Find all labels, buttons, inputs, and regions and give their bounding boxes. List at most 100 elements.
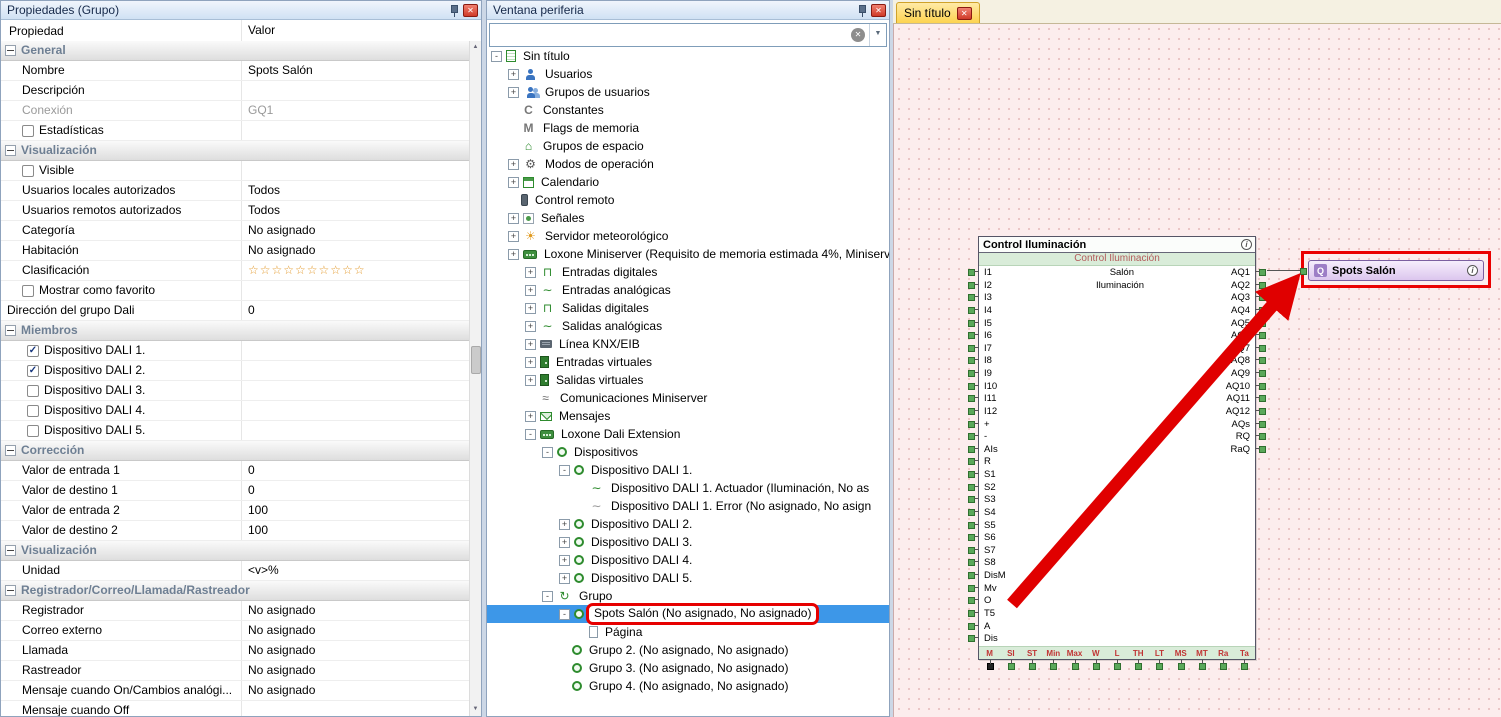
property-row[interactable]: RastreadorNo asignado	[1, 661, 470, 681]
bottom-connector[interactable]	[1072, 663, 1079, 670]
input-connector[interactable]	[968, 294, 975, 301]
tree-item[interactable]: Control remoto	[487, 191, 889, 209]
property-value[interactable]: 0	[241, 301, 470, 320]
expand-icon[interactable]: +	[525, 321, 536, 332]
input-connector[interactable]	[968, 597, 975, 604]
property-value[interactable]	[241, 281, 470, 300]
checkbox[interactable]: ✓	[27, 345, 39, 357]
tree-item[interactable]: +Dispositivo DALI 2.	[487, 515, 889, 533]
property-value[interactable]: No asignado	[241, 601, 470, 620]
tab-close-icon[interactable]	[957, 7, 972, 20]
property-row[interactable]: LlamadaNo asignado	[1, 641, 470, 661]
property-section-header[interactable]: Registrador/Correo/Llamada/Rastreador	[1, 581, 470, 601]
property-value[interactable]: No asignado	[241, 621, 470, 640]
input-connector[interactable]	[968, 623, 975, 630]
property-value[interactable]	[241, 381, 470, 400]
property-row[interactable]: Dispositivo DALI 5.	[1, 421, 470, 441]
tree-item[interactable]: Página	[487, 623, 889, 641]
tree-item[interactable]: +⊓Entradas digitales	[487, 263, 889, 281]
close-icon[interactable]	[871, 4, 886, 17]
rating-stars[interactable]: ☆☆☆☆☆☆☆☆☆☆	[241, 261, 470, 280]
expand-icon[interactable]: +	[525, 375, 536, 386]
output-connector[interactable]	[1259, 294, 1266, 301]
input-connector[interactable]	[968, 522, 975, 529]
property-section-header[interactable]: Miembros	[1, 321, 470, 341]
input-connector[interactable]	[968, 534, 975, 541]
tree-item[interactable]: -Loxone Dali Extension	[487, 425, 889, 443]
property-value[interactable]: GQ1	[241, 101, 470, 120]
collapse-icon[interactable]	[5, 445, 16, 456]
tree-item[interactable]: -Dispositivos	[487, 443, 889, 461]
bottom-connector[interactable]	[1220, 663, 1227, 670]
output-connector[interactable]	[1259, 282, 1266, 289]
checkbox[interactable]	[27, 425, 39, 437]
tree-item[interactable]: +Señales	[487, 209, 889, 227]
bottom-connector[interactable]	[1029, 663, 1036, 670]
input-connector[interactable]	[968, 269, 975, 276]
collapse-icon[interactable]	[5, 145, 16, 156]
input-connector[interactable]	[968, 572, 975, 579]
tree-item[interactable]: +Entradas virtuales	[487, 353, 889, 371]
tree-item[interactable]: +Dispositivo DALI 3.	[487, 533, 889, 551]
tree-item[interactable]: +Grupos de usuarios	[487, 83, 889, 101]
input-connector[interactable]	[968, 635, 975, 642]
tree-item[interactable]: +Salidas virtuales	[487, 371, 889, 389]
property-row[interactable]: ConexiónGQ1	[1, 101, 470, 121]
collapse-icon[interactable]: -	[559, 609, 570, 620]
input-connector[interactable]	[968, 610, 975, 617]
output-connector[interactable]	[1259, 307, 1266, 314]
property-value[interactable]: 0	[241, 481, 470, 500]
input-connector[interactable]	[968, 332, 975, 339]
checkbox[interactable]	[22, 125, 34, 137]
tree-item[interactable]: Grupo 3. (No asignado, No asignado)	[487, 659, 889, 677]
expand-icon[interactable]: +	[508, 177, 519, 188]
tree-item[interactable]: +∼Entradas analógicas	[487, 281, 889, 299]
input-connector[interactable]	[968, 357, 975, 364]
property-row[interactable]: Valor de destino 2100	[1, 521, 470, 541]
property-row[interactable]: Valor de entrada 2100	[1, 501, 470, 521]
input-connector[interactable]	[968, 458, 975, 465]
tree-item[interactable]: Grupo 4. (No asignado, No asignado)	[487, 677, 889, 695]
property-value[interactable]	[241, 121, 470, 140]
clear-search-icon[interactable]	[851, 28, 865, 42]
input-connector[interactable]	[968, 547, 975, 554]
property-value[interactable]: Spots Salón	[241, 61, 470, 80]
property-value[interactable]: No asignado	[241, 221, 470, 240]
property-value[interactable]: <v>%	[241, 561, 470, 580]
tree-item[interactable]: ∼Dispositivo DALI 1. Error (No asignado,…	[487, 497, 889, 515]
bottom-connector[interactable]	[1156, 663, 1163, 670]
property-row[interactable]: Valor de destino 10	[1, 481, 470, 501]
property-section-header[interactable]: Visualización	[1, 541, 470, 561]
property-section-header[interactable]: General	[1, 41, 470, 61]
properties-scrollbar[interactable]	[469, 41, 481, 716]
property-value[interactable]	[241, 421, 470, 440]
input-connector[interactable]	[968, 559, 975, 566]
bottom-connector[interactable]	[1178, 663, 1185, 670]
tree-item[interactable]: +Mensajes	[487, 407, 889, 425]
bottom-connector[interactable]	[987, 663, 994, 670]
property-value[interactable]: Todos	[241, 201, 470, 220]
collapse-icon[interactable]	[5, 545, 16, 556]
collapse-icon[interactable]	[5, 325, 16, 336]
property-row[interactable]: NombreSpots Salón	[1, 61, 470, 81]
search-input[interactable]	[490, 25, 851, 45]
tree-item[interactable]: +∼Salidas analógicas	[487, 317, 889, 335]
property-row[interactable]: Clasificación☆☆☆☆☆☆☆☆☆☆	[1, 261, 470, 281]
tree-item[interactable]: +☀Servidor meteorológico	[487, 227, 889, 245]
expand-icon[interactable]: +	[525, 357, 536, 368]
output-connector[interactable]	[1259, 370, 1266, 377]
output-connector[interactable]	[1259, 421, 1266, 428]
output-connector[interactable]	[1259, 320, 1266, 327]
function-block-control-iluminacion[interactable]: Control Iluminación i Control Iluminació…	[978, 236, 1256, 660]
expand-icon[interactable]: +	[559, 537, 570, 548]
expand-icon[interactable]: +	[525, 267, 536, 278]
checkbox[interactable]: ✓	[27, 365, 39, 377]
bottom-connector[interactable]	[1241, 663, 1248, 670]
property-row[interactable]: Mostrar como favorito	[1, 281, 470, 301]
property-value[interactable]: No asignado	[241, 681, 470, 700]
bottom-connector[interactable]	[1050, 663, 1057, 670]
property-row[interactable]: ✓Dispositivo DALI 1.	[1, 341, 470, 361]
tree-item[interactable]: CConstantes	[487, 101, 889, 119]
node-connector[interactable]	[1300, 268, 1307, 275]
property-row[interactable]: Unidad<v>%	[1, 561, 470, 581]
